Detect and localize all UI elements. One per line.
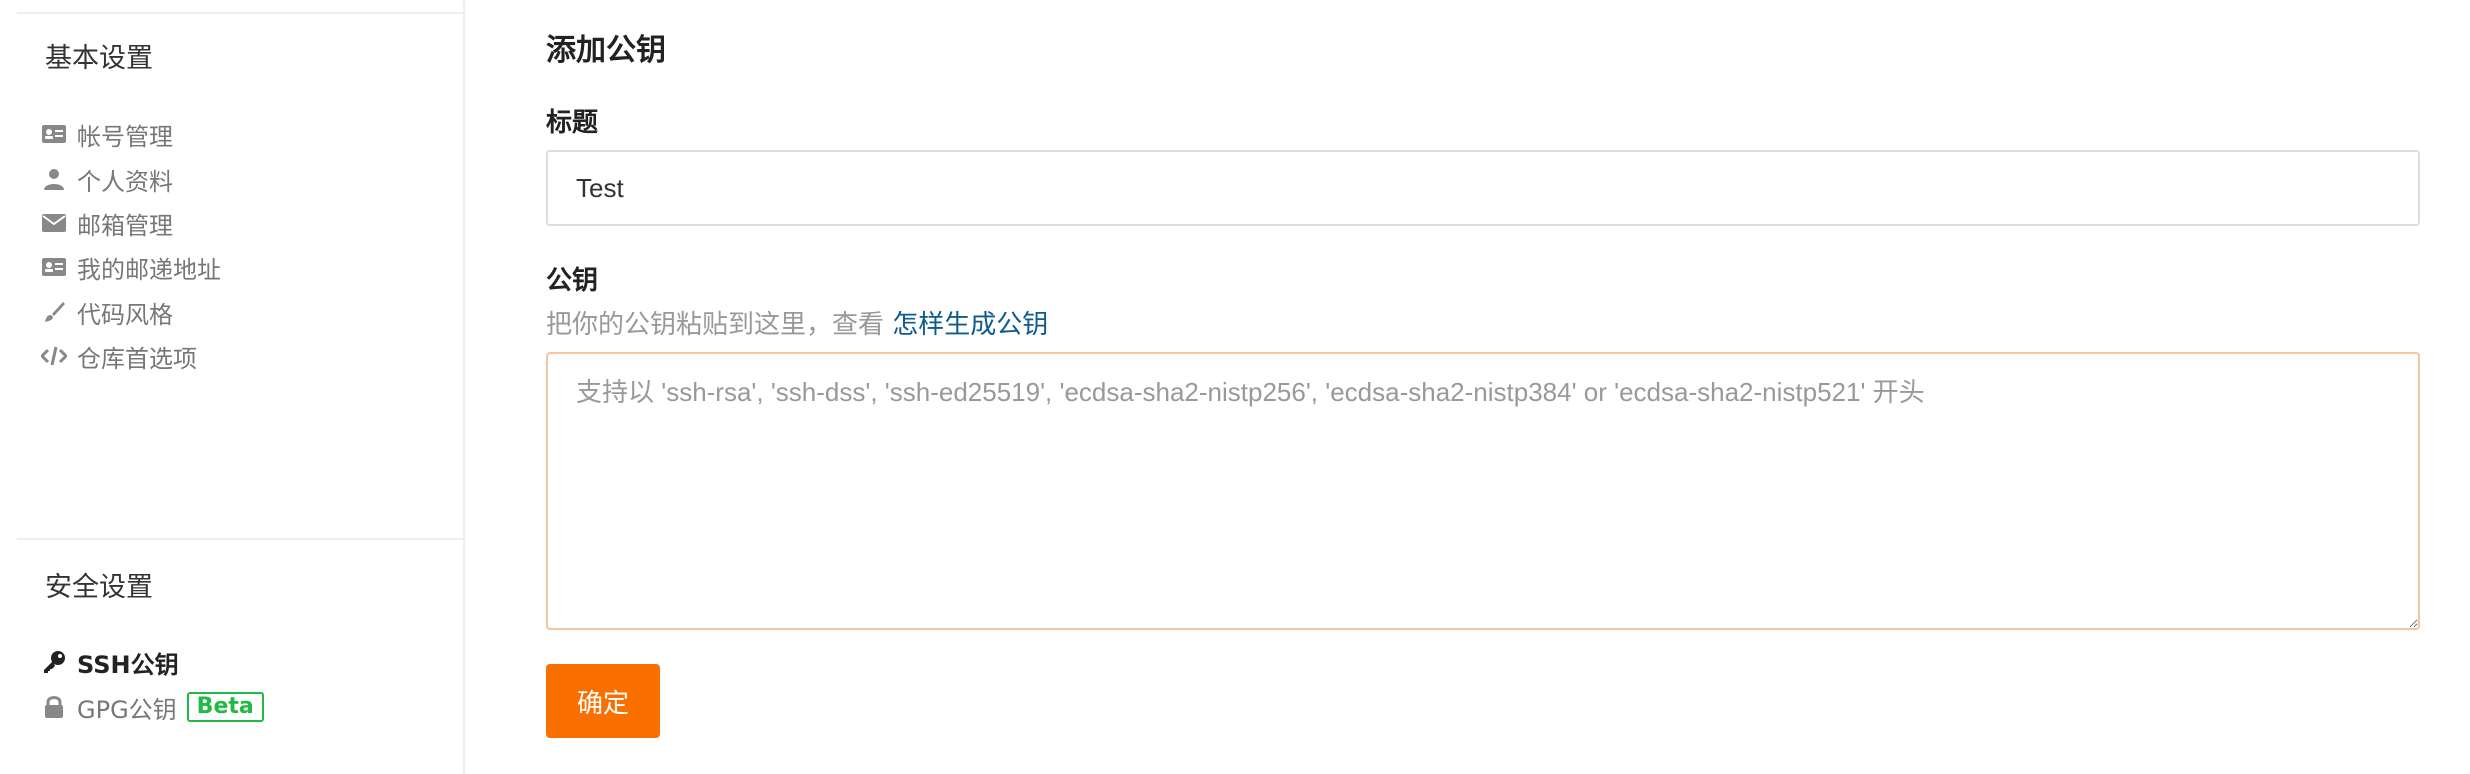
settings-page: 基本设置 帐号管理 个人资料 邮箱管理 我的邮递地址 代码风格 仓库首选项 安全… — [0, 0, 2470, 774]
add-key-form: 添加公钥 标题 公钥 把你的公钥粘贴到这里，查看 怎样生成公钥 确定 — [546, 0, 2426, 774]
sidebar-item-label: 仓库首选项 — [77, 344, 197, 373]
title-input[interactable] — [546, 150, 2420, 226]
address-card-icon — [41, 254, 67, 280]
sidebar-divider — [17, 538, 463, 540]
title-label: 标题 — [546, 108, 599, 138]
sidebar-item-label: 代码风格 — [77, 300, 173, 329]
public-key-textarea[interactable] — [546, 352, 2420, 630]
id-card-icon — [41, 121, 67, 147]
how-to-generate-key-link[interactable]: 怎样生成公钥 — [892, 310, 1048, 340]
key-help-text: 把你的公钥粘贴到这里，查看 怎样生成公钥 — [546, 312, 1048, 338]
sidebar-item-ssh-keys[interactable]: SSH公钥 — [41, 640, 179, 684]
sidebar-item-label: GPG公钥 — [77, 695, 177, 724]
sidebar-item-label: 帐号管理 — [77, 122, 173, 151]
lock-icon — [41, 694, 67, 720]
help-text: 把你的公钥粘贴到这里，查看 — [546, 310, 893, 340]
user-icon — [41, 166, 67, 192]
sidebar-item-account[interactable]: 帐号管理 — [41, 112, 173, 156]
page-title: 添加公钥 — [546, 33, 666, 68]
sidebar-item-profile[interactable]: 个人资料 — [41, 157, 173, 201]
sidebar-divider — [17, 12, 463, 14]
sidebar-item-label: 邮箱管理 — [77, 211, 173, 240]
basic-settings-title: 基本设置 — [45, 43, 153, 74]
code-icon — [41, 343, 67, 369]
key-label: 公钥 — [546, 266, 599, 296]
sidebar-item-gpg-keys[interactable]: GPG公钥 Beta — [41, 685, 264, 729]
sidebar-item-label: 个人资料 — [77, 167, 173, 196]
confirm-button[interactable]: 确定 — [546, 664, 660, 738]
sidebar-item-address[interactable]: 我的邮递地址 — [41, 245, 221, 289]
sidebar-item-email[interactable]: 邮箱管理 — [41, 201, 173, 245]
key-icon — [41, 649, 67, 675]
settings-sidebar: 基本设置 帐号管理 个人资料 邮箱管理 我的邮递地址 代码风格 仓库首选项 安全… — [17, 0, 465, 774]
beta-badge: Beta — [186, 692, 264, 722]
sidebar-item-code-style[interactable]: 代码风格 — [41, 290, 173, 334]
security-settings-title: 安全设置 — [45, 572, 153, 603]
sidebar-item-label: 我的邮递地址 — [77, 255, 221, 284]
envelope-icon — [41, 210, 67, 236]
sidebar-item-label: SSH公钥 — [77, 650, 179, 679]
sidebar-item-repo-preferences[interactable]: 仓库首选项 — [41, 334, 197, 378]
paintbrush-icon — [41, 299, 67, 325]
